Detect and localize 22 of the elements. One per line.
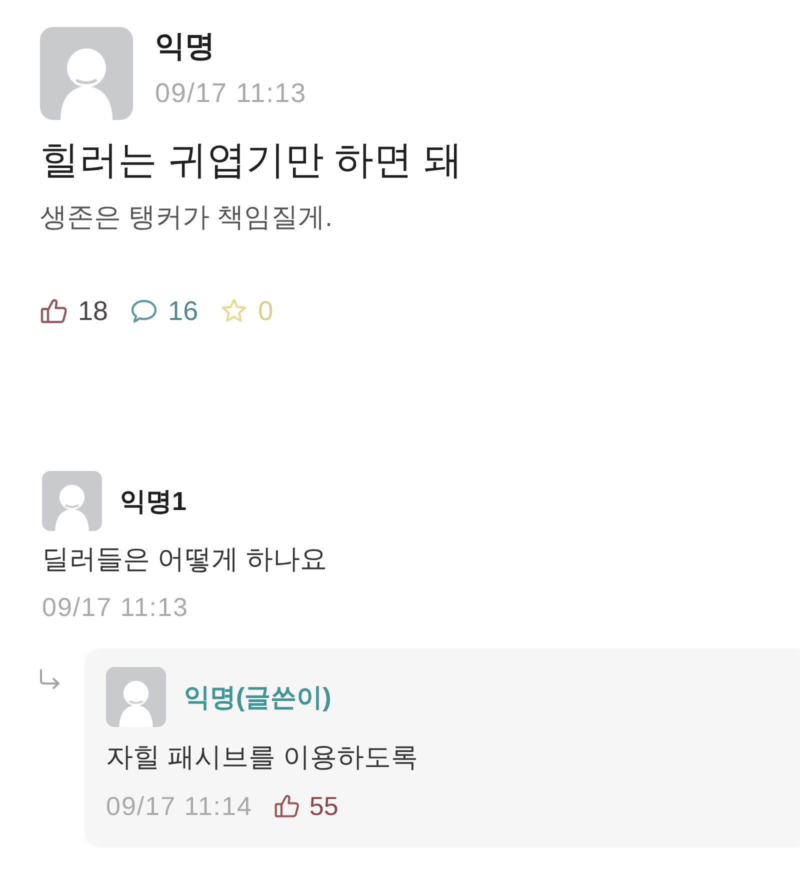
comment-count: 16	[168, 295, 198, 328]
thumbs-up-icon	[40, 297, 68, 325]
comment-text: 딜러들은 어떻게 하나요	[42, 543, 328, 576]
post-body: 생존은 탱커가 책임질게.	[40, 201, 334, 234]
avatar-icon	[106, 667, 166, 727]
comment-text: 자힐 패시브를 이용하도록	[106, 741, 420, 774]
post-timestamp: 09/17 11:13	[155, 77, 307, 109]
commenter-name: 익명1	[120, 485, 186, 518]
avatar-icon	[40, 27, 133, 120]
reply-arrow-icon	[38, 669, 62, 689]
speech-bubble-icon	[130, 297, 158, 325]
like-count: 55	[309, 790, 338, 823]
post-title: 힐러는 귀엽기만 하면 돼	[40, 138, 464, 184]
comment-timestamp: 09/17 11:13	[42, 591, 188, 623]
scrap-count: 0	[258, 295, 274, 328]
comment-timestamp: 09/17 11:14	[106, 790, 252, 822]
like-count: 18	[78, 295, 108, 328]
thumbs-up-icon	[274, 793, 300, 819]
star-icon	[220, 297, 248, 325]
avatar-icon	[42, 471, 102, 531]
author-name: 익명	[155, 29, 215, 65]
commenter-name: 익명(글쓴이)	[184, 681, 332, 714]
